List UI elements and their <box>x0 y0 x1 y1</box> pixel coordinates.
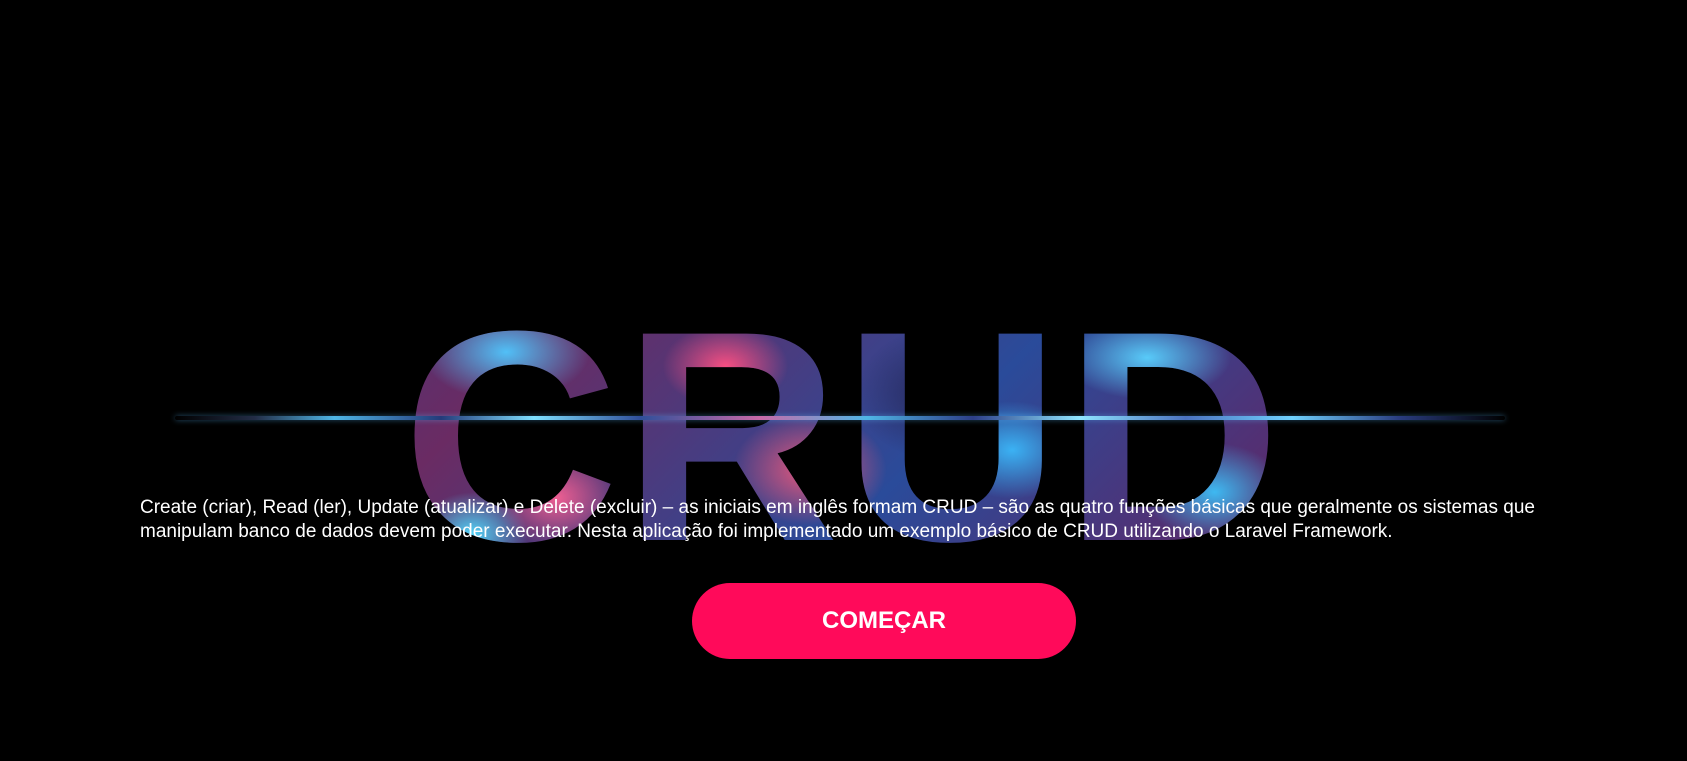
start-button[interactable]: COMEÇAR <box>692 583 1076 659</box>
intro-paragraph: Create (criar), Read (ler), Update (atua… <box>140 497 1535 542</box>
glowing-divider <box>175 416 1505 420</box>
